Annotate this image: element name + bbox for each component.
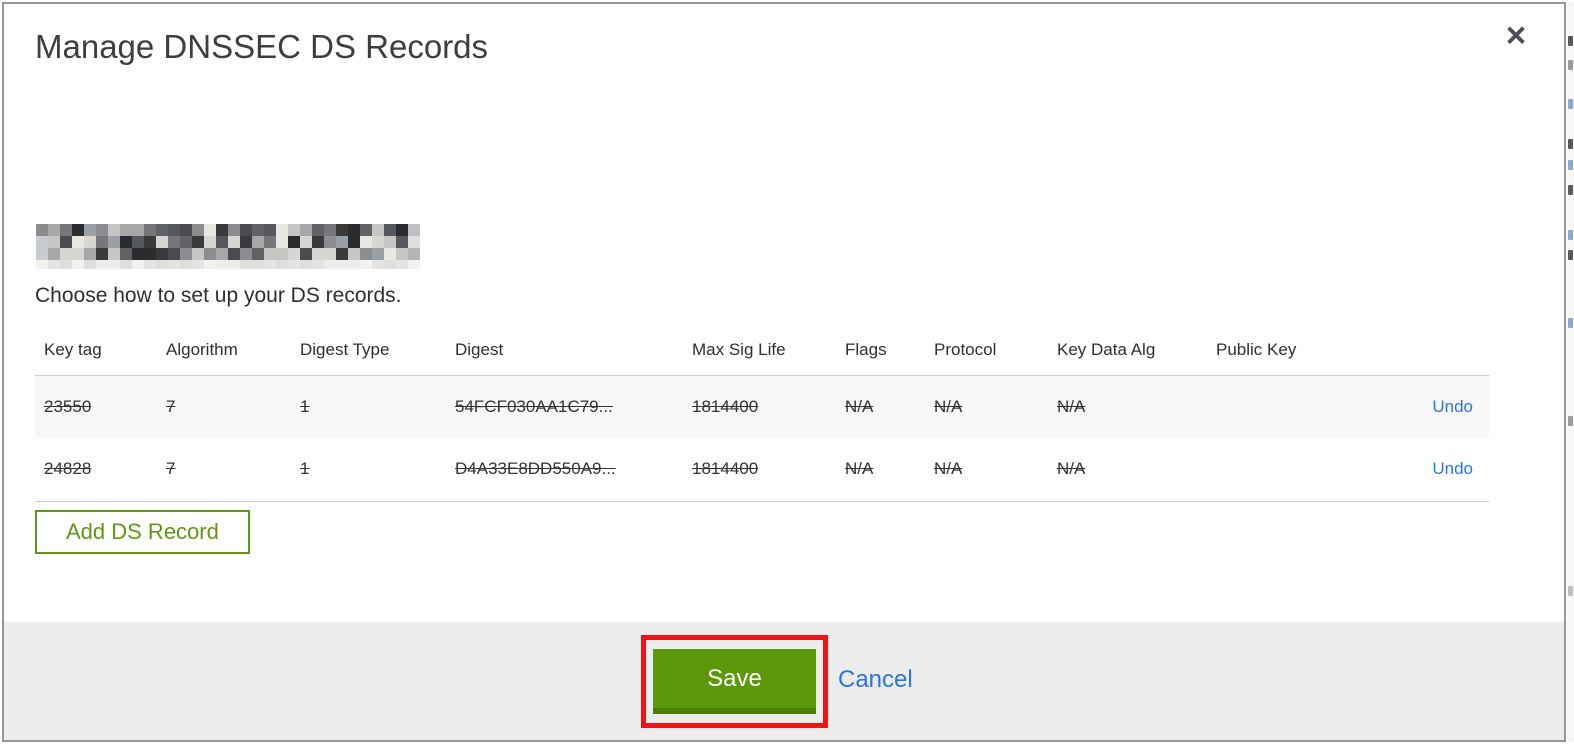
table-cell: N/A: [1057, 459, 1086, 479]
table-cell: D4A33E8DD550A9...: [455, 459, 616, 479]
column-header: Public Key: [1216, 339, 1297, 359]
table-cell: 7: [166, 396, 176, 416]
column-header: Digest Type: [300, 339, 390, 359]
cancel-link[interactable]: Cancel: [838, 666, 913, 694]
table-cell: N/A: [934, 396, 963, 416]
column-header: Flags: [845, 339, 887, 359]
table-header-row: Key tag Algorithm Digest Type Digest Max Sig…: [35, 325, 1489, 375]
table-row: 24828 7 1 D4A33E8DD550A9... 1814400 N/A N/A N/A…: [35, 438, 1489, 501]
screenshot-frame: Manage DNSSEC DS Records × Choose how to…: [0, 0, 1574, 746]
page-title: Manage DNSSEC DS Records: [35, 28, 489, 65]
background-page-sliver: [1567, 2, 1574, 742]
table-cell: 1: [300, 396, 310, 416]
sliver-mark: [1568, 99, 1573, 109]
table-cell: 23550: [44, 396, 92, 416]
sliver-mark: [1568, 139, 1573, 149]
table-row: 23550 7 1 54FCF030AA1C79... 1814400 N/A N/A N/A…: [35, 375, 1489, 438]
annotation-highlight-box: Save: [641, 635, 828, 728]
column-header: Key tag: [44, 339, 102, 359]
sliver-mark: [1568, 185, 1573, 195]
table-cell: 1814400: [692, 396, 759, 416]
table-cell-actions: Undo: [1357, 375, 1489, 438]
table-cell: 24828: [44, 459, 92, 479]
column-header: Key Data Alg: [1057, 339, 1156, 359]
add-ds-record-button[interactable]: Add DS Record: [35, 510, 250, 554]
table-cell: N/A: [845, 459, 874, 479]
ds-records-table: Key tag Algorithm Digest Type Digest Max Sig…: [35, 325, 1489, 502]
close-icon[interactable]: ×: [1494, 14, 1538, 58]
subtitle-instruction: Choose how to set up your DS records.: [35, 284, 402, 307]
table-cell: 7: [166, 459, 176, 479]
sliver-mark: [1568, 318, 1573, 328]
sliver-mark: [1568, 60, 1573, 70]
table-cell: [1207, 375, 1357, 438]
table-cell: N/A: [934, 459, 963, 479]
save-button[interactable]: Save: [653, 649, 816, 714]
sliver-mark: [1568, 586, 1573, 596]
table-cell: N/A: [1057, 396, 1086, 416]
table-cell: 1814400: [692, 459, 759, 479]
undo-link[interactable]: Undo: [1432, 397, 1473, 416]
sliver-mark: [1568, 230, 1573, 240]
domain-name-redacted: [36, 224, 420, 269]
column-header: Algorithm: [166, 339, 238, 359]
table-cell: N/A: [845, 396, 874, 416]
sliver-mark: [1568, 36, 1573, 46]
undo-link[interactable]: Undo: [1432, 459, 1473, 478]
column-header: Digest: [455, 339, 504, 359]
sliver-mark: [1568, 416, 1573, 426]
sliver-mark: [1568, 250, 1573, 260]
table-cell: 1: [300, 459, 310, 479]
table-cell-actions: Undo: [1357, 438, 1489, 501]
sliver-mark: [1568, 160, 1573, 170]
column-header-actions: [1357, 325, 1489, 375]
table-cell: [1207, 438, 1357, 501]
column-header: Max Sig Life: [692, 339, 786, 359]
column-header: Protocol: [934, 339, 997, 359]
table-cell: 54FCF030AA1C79...: [455, 396, 613, 416]
